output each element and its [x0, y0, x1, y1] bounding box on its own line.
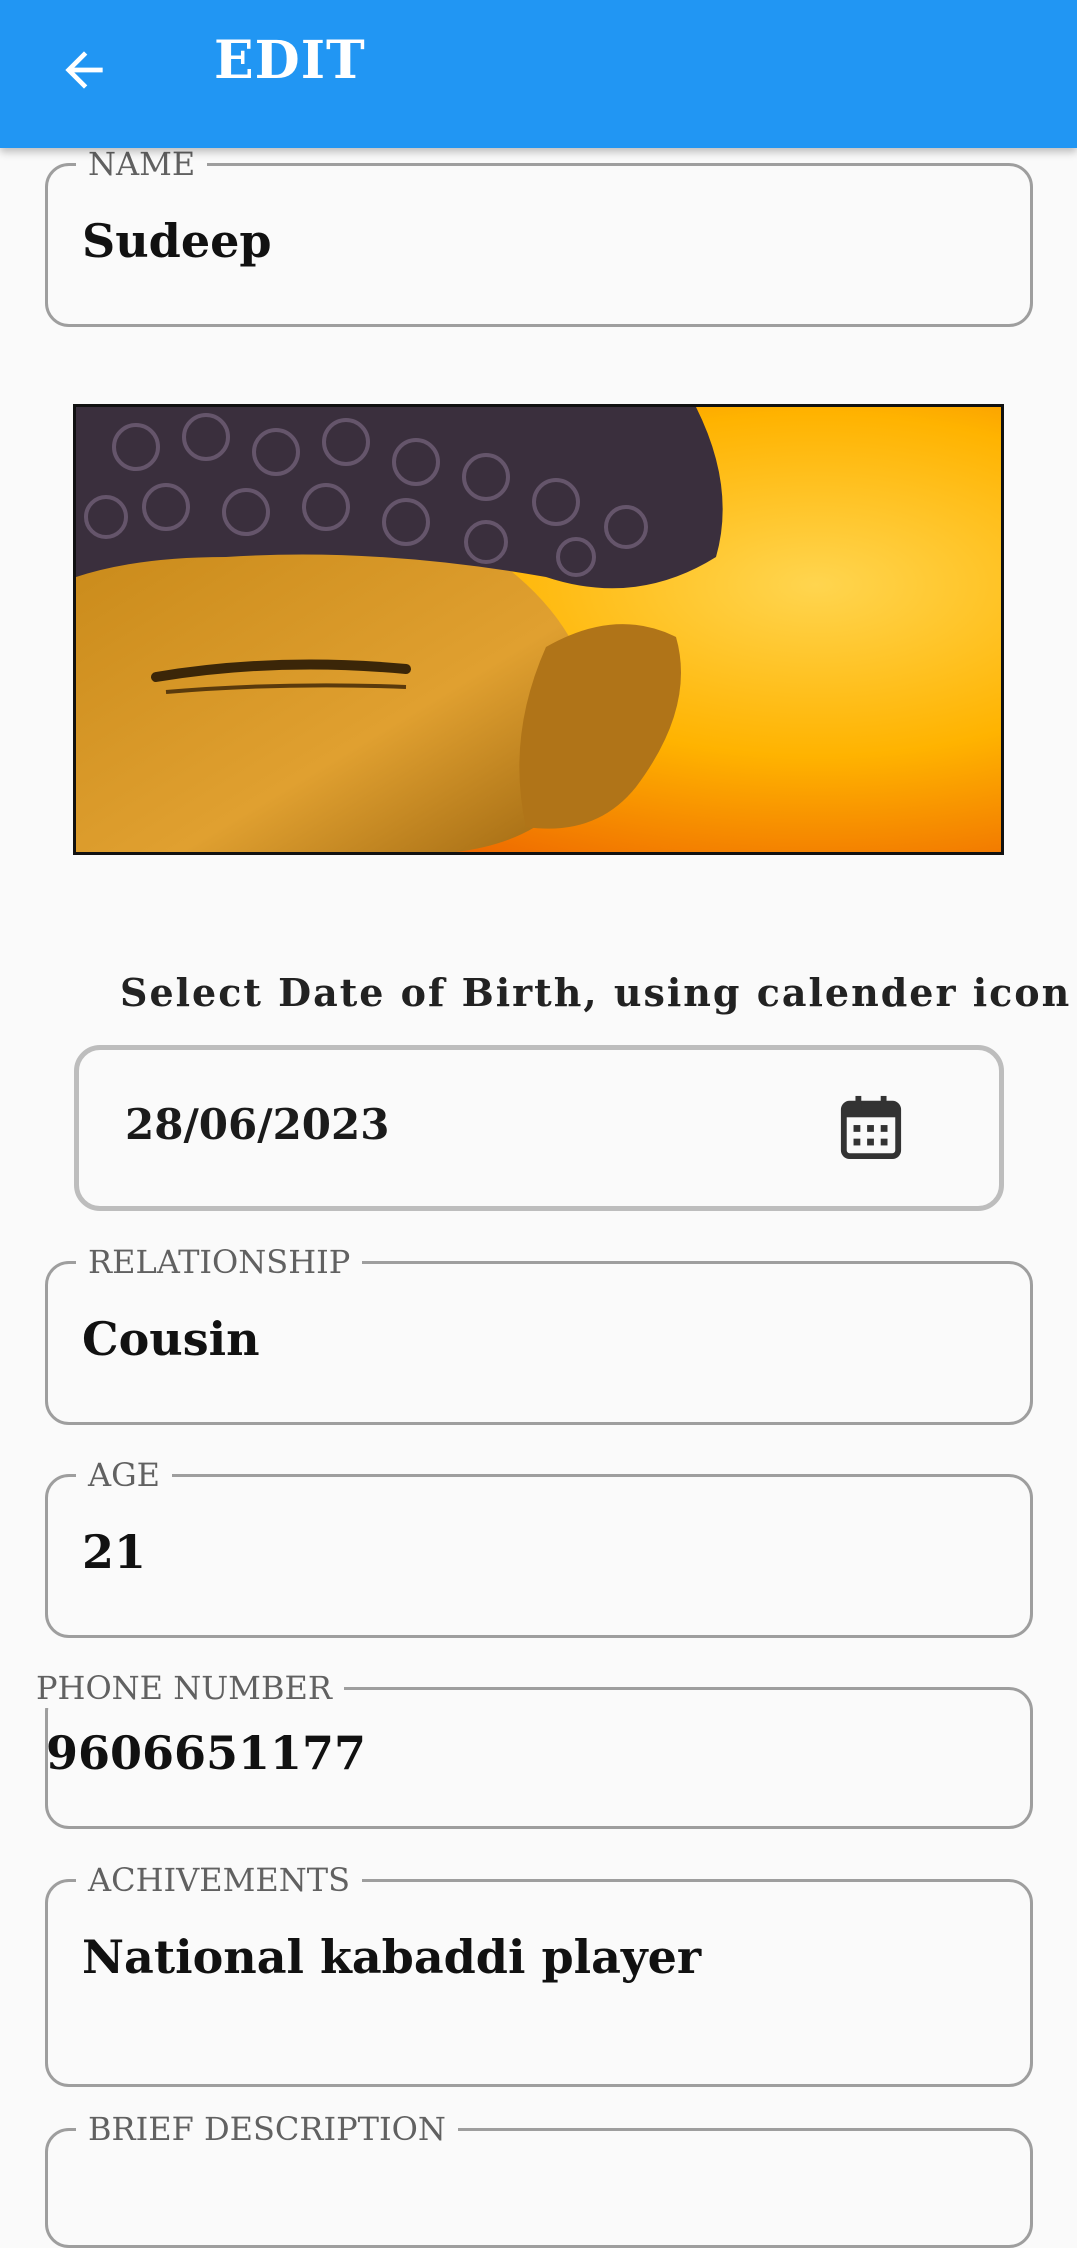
relationship-field-label: RELATIONSHIP [76, 1242, 363, 1282]
name-field-value: Sudeep [82, 214, 272, 268]
profile-photo[interactable] [73, 404, 1004, 855]
phone-number-field-label: PHONE NUMBER [36, 1668, 344, 1708]
phone-number-field[interactable]: PHONE NUMBER 9606651177 [36, 1668, 1033, 1829]
dob-hint-text: Select Date of Birth, using calender ico… [120, 970, 1072, 1015]
arrow-left-icon [65, 51, 103, 89]
name-field-label: NAME [76, 144, 208, 184]
app-bar: EDIT [0, 0, 1077, 148]
page-title: EDIT [214, 30, 366, 91]
calendar-icon[interactable] [839, 1094, 903, 1160]
phone-number-field-value: 9606651177 [46, 1726, 367, 1780]
achievements-field[interactable]: ACHIVEMENTS National kabaddi player [45, 1860, 1033, 2087]
relationship-field[interactable]: RELATIONSHIP Cousin [45, 1242, 1033, 1425]
name-field[interactable]: NAME Sudeep [45, 144, 1033, 327]
age-field[interactable]: AGE 21 [45, 1455, 1033, 1638]
relationship-field-value: Cousin [82, 1312, 260, 1366]
achievements-field-value: National kabaddi player [82, 1930, 702, 1984]
dob-field[interactable]: 28/06/2023 [74, 1045, 1004, 1211]
brief-description-field-label: BRIEF DESCRIPTION [76, 2109, 458, 2149]
back-button[interactable] [40, 26, 128, 114]
age-field-label: AGE [76, 1455, 173, 1495]
achievements-field-label: ACHIVEMENTS [76, 1860, 362, 1900]
brief-description-field[interactable]: BRIEF DESCRIPTION [45, 2109, 1033, 2248]
dob-value: 28/06/2023 [125, 1100, 390, 1149]
age-field-value: 21 [82, 1525, 147, 1579]
buddha-image [76, 407, 1001, 852]
